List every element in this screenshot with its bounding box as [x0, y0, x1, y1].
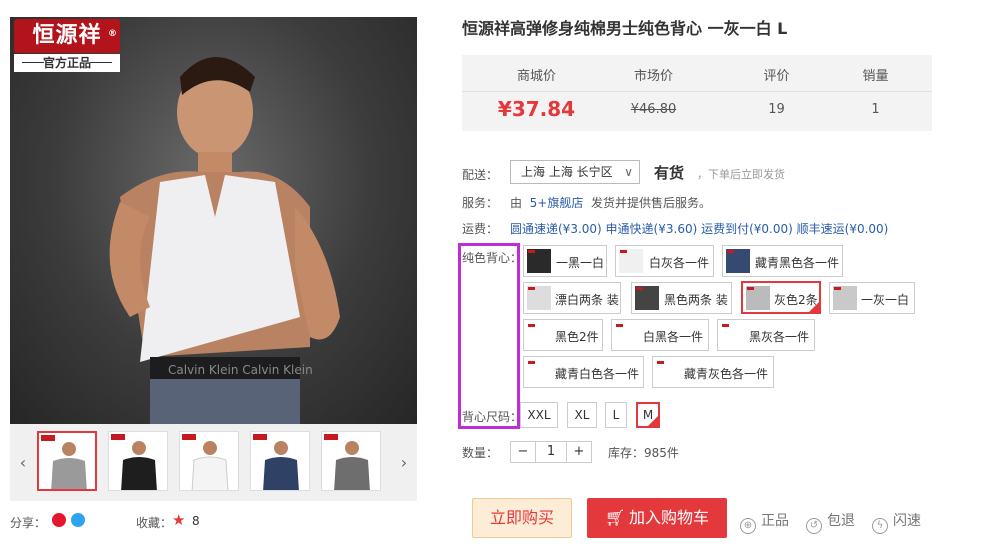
stock-note: ，下单后立即发货 [697, 168, 785, 181]
stock-quantity: 库存：985件 [608, 446, 679, 460]
color-option[interactable]: 黑色2件 [523, 319, 603, 351]
quantity-minus-button[interactable]: − [510, 441, 536, 463]
cart-icon: 🛒︎ [605, 508, 626, 527]
shipping-option[interactable]: 顺丰速运(¥0.00) [797, 222, 889, 236]
share-label: 分享： [10, 516, 47, 530]
main-product-image: Calvin Klein Calvin Klein 恒源祥 ® 官方正品 [10, 17, 417, 424]
favorite-count: 8 [192, 514, 200, 528]
color-option[interactable]: 黑色两条 装 [631, 282, 732, 314]
color-option[interactable]: 藏青黑色各一件 [722, 245, 843, 277]
thumbnail-strip: ‹ › [10, 424, 417, 501]
product-title: 恒源祥高弹修身纯棉男士纯色背心 一灰一白 L [462, 19, 788, 38]
favorite-star-icon[interactable]: ★ [172, 511, 185, 529]
weibo-share-icon[interactable] [52, 513, 66, 527]
header-market-price: 市场价 [633, 69, 673, 84]
guarantee-genuine: ⊕ 正品 [740, 510, 789, 534]
size-option-l[interactable]: L [605, 402, 627, 428]
shield-icon: ⊕ [740, 518, 756, 534]
color-option[interactable]: 一灰一白 [829, 282, 915, 314]
service-text: 由 5+旗舰店 发货并提供售后服务。 [510, 196, 712, 210]
next-thumbnail-button[interactable]: › [391, 424, 417, 501]
thumbnail-navy-tshirt[interactable] [250, 431, 310, 491]
color-option[interactable]: 白灰各一件 [615, 245, 714, 277]
delivery-location-select[interactable]: 上海 上海 长宁区 ∨ [510, 160, 640, 184]
price-table: 商城价 市场价 评价 销量 ¥37.84 ¥46.80 19 1 [462, 55, 932, 131]
color-option[interactable]: 白黑各一件 [611, 319, 709, 351]
shipping-option[interactable]: 申通快递(¥3.60) [606, 222, 698, 236]
brand-logo: 恒源祥 ® 官方正品 [10, 17, 122, 75]
color-option[interactable]: 藏青灰色各一件 [652, 356, 774, 388]
selected-check-icon [808, 301, 820, 313]
chevron-down-icon: ∨ [624, 165, 633, 179]
color-option[interactable]: 漂白两条 装 [523, 282, 621, 314]
quantity-label: 数量： [462, 446, 499, 460]
header-sales: 销量 [862, 69, 889, 84]
thumbnail-gray-vneck[interactable] [321, 431, 381, 491]
color-option[interactable]: 藏青白色各一件 [523, 356, 644, 388]
shipping-options: 圆通速递(¥3.00) 申通快递(¥3.60) 运费到付(¥0.00) 顺丰速运… [510, 220, 888, 237]
model-photo: Calvin Klein Calvin Klein [109, 57, 340, 424]
quantity-input[interactable]: 1 [535, 441, 567, 463]
thumbnail-gray-tshirt[interactable] [37, 431, 97, 491]
buy-now-button[interactable]: 立即购买 [472, 498, 572, 538]
return-icon: ↺ [806, 518, 822, 534]
delivery-label: 配送： [462, 168, 499, 182]
color-option[interactable]: 黑灰各一件 [717, 319, 815, 351]
thumbnail-black-tshirt[interactable] [108, 431, 168, 491]
size-option-xl[interactable]: XL [567, 402, 597, 428]
shipping-option[interactable]: 运费到付(¥0.00) [701, 222, 793, 236]
market-price: ¥46.80 [630, 102, 677, 117]
stock-status: 有货 [654, 164, 685, 182]
store-link[interactable]: 5+旗舰店 [530, 196, 584, 210]
selected-check-icon [647, 415, 659, 427]
sales-count: 1 [871, 102, 880, 117]
guarantee-fast: ϟ 闪速 [872, 510, 921, 534]
size-option-xxl[interactable]: XXL [520, 402, 558, 428]
guarantee-return: ↺ 包退 [806, 510, 855, 534]
service-label: 服务： [462, 196, 499, 210]
annotation-highlight-box [458, 243, 520, 429]
color-option[interactable]: 一黑一白 [523, 245, 607, 277]
color-option-selected[interactable]: 灰色2条 [741, 281, 821, 314]
size-option-m-selected[interactable]: M [636, 402, 660, 428]
add-to-cart-button[interactable]: 🛒︎ 加入购物车 [587, 498, 727, 538]
thumbnail-white-tshirt[interactable] [179, 431, 239, 491]
prev-thumbnail-button[interactable]: ‹ [10, 424, 36, 501]
header-mall-price: 商城价 [516, 69, 556, 84]
shipping-option[interactable]: 圆通速递(¥3.00) [510, 222, 602, 236]
svg-text:Calvin Klein Calvin Klein: Calvin Klein Calvin Klein [168, 363, 313, 377]
lightning-icon: ϟ [872, 518, 888, 534]
favorite-label: 收藏： [136, 516, 173, 530]
quantity-plus-button[interactable]: + [566, 441, 592, 463]
mall-price: ¥37.84 [497, 97, 576, 121]
shipping-label: 运费： [462, 222, 499, 236]
tencent-weibo-share-icon[interactable] [71, 513, 85, 527]
